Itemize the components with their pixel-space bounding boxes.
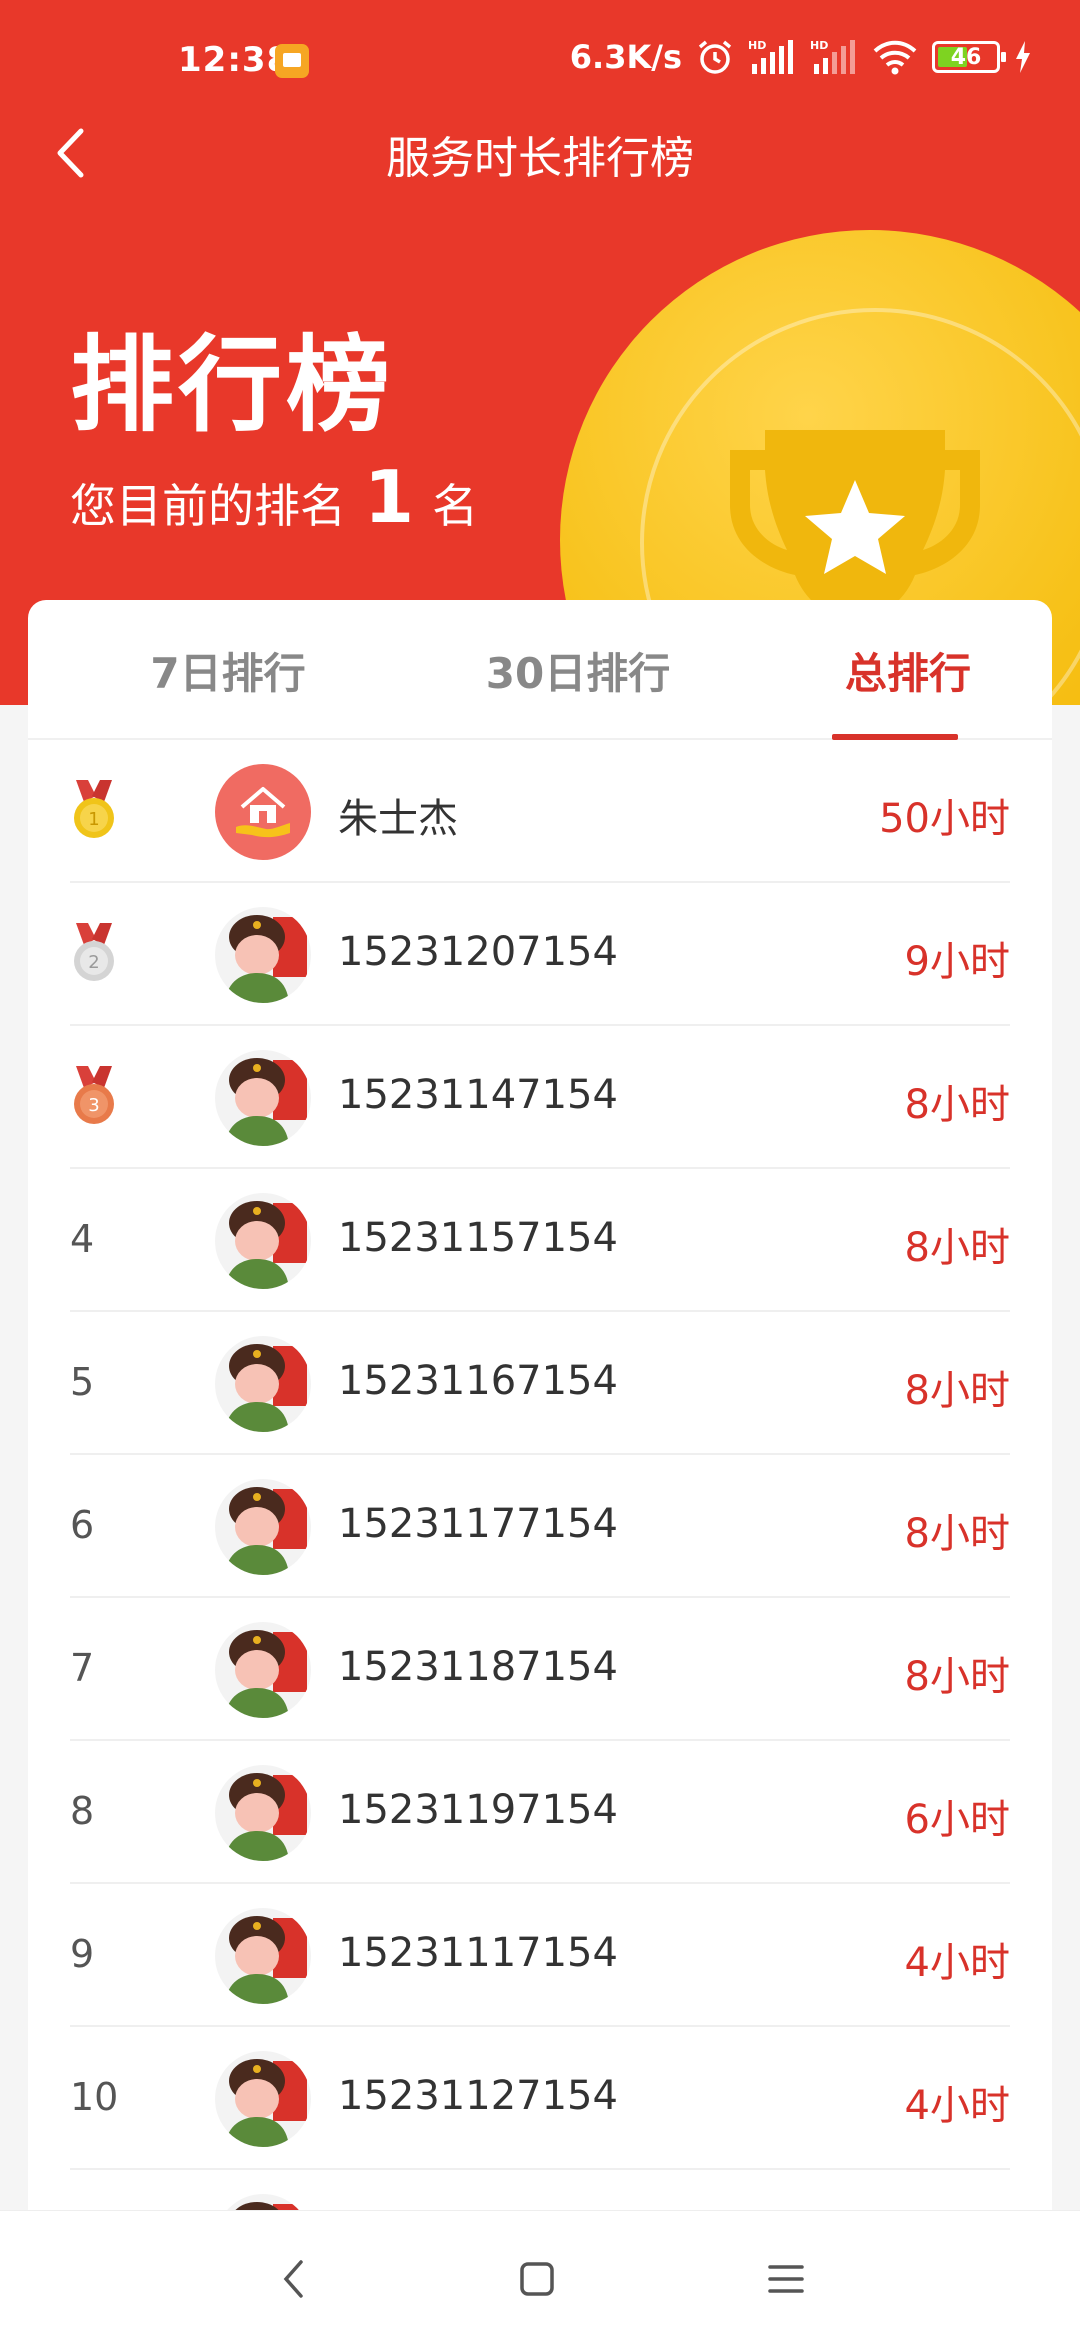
avatar [215,764,311,860]
menu-icon [768,2265,804,2293]
service-hours: 4小时 [904,1940,1010,1986]
user-name: 15231197154 [338,1787,618,1833]
system-menu-button[interactable] [756,2249,816,2309]
avatar [215,1908,311,2004]
gold-medal-icon: 1 [74,780,114,838]
rank-number: 10 [70,2075,119,2119]
avatar [215,2051,311,2147]
list-item[interactable]: 10 15231127154 4小时 [70,2027,1010,2170]
signal-hd-icon: HD [748,39,793,74]
user-name: 15231117154 [338,1930,618,1976]
user-name: 15231127154 [338,2073,618,2119]
ranking-tabs: 7日排行 30日排行 总排行 [28,600,1052,740]
tab-30-day[interactable]: 30日排行 [448,640,708,701]
list-item[interactable]: 6 15231177154 8小时 [70,1455,1010,1598]
notification-icon [275,44,309,78]
chevron-left-icon [283,2260,303,2298]
battery-level: 46 [950,44,982,70]
service-hours: 4小时 [904,2083,1010,2129]
ranking-card: 7日排行 30日排行 总排行 1 朱士杰 50小时 2 15231207154 … [28,600,1052,2290]
service-hours: 8小时 [904,1368,1010,1414]
person-avatar-icon [225,1916,307,2004]
list-item[interactable]: 8 15231197154 6小时 [70,1741,1010,1884]
avatar [215,1050,311,1146]
service-hours: 8小时 [904,1225,1010,1271]
person-avatar-icon [225,1630,307,1718]
rank-number: 4 [70,1217,95,1261]
rank-number: 6 [70,1503,95,1547]
house-hand-icon [236,787,290,838]
svg-text:HD: HD [810,39,828,52]
rank-suffix: 名 [432,479,479,533]
my-rank: 您目前的排名 1 名 [70,455,478,539]
list-item[interactable]: 4 15231157154 8小时 [70,1169,1010,1312]
network-speed: 6.3K/s [569,38,682,76]
rank-value: 1 [364,455,415,539]
service-hours: 9小时 [904,939,1010,985]
person-avatar-icon [225,1487,307,1575]
page-title: 服务时长排行榜 [386,133,694,184]
ranking-list: 1 朱士杰 50小时 2 15231207154 9小时 3 152311471… [28,740,1052,2313]
user-name: 15231187154 [338,1644,618,1690]
list-item[interactable]: 3 15231147154 8小时 [70,1026,1010,1169]
rank-number: 8 [70,1789,95,1833]
person-avatar-icon [225,1201,307,1289]
rank-number: 9 [70,1932,95,1976]
battery-icon: 46 [932,41,1006,73]
system-back-button[interactable] [263,2249,323,2309]
rank-number: 5 [70,1360,95,1404]
avatar [215,1336,311,1432]
charging-icon [1016,41,1030,73]
list-item[interactable]: 1 朱士杰 50小时 [70,740,1010,883]
person-avatar-icon [225,2059,307,2147]
user-name: 15231167154 [338,1358,618,1404]
signal-hd-2-icon: HD [810,39,855,74]
avatar [215,1765,311,1861]
alarm-icon [698,40,732,74]
system-home-button[interactable] [507,2249,567,2309]
user-name: 15231147154 [338,1072,618,1118]
avatar [215,1193,311,1289]
bronze-medal-icon: 3 [74,1066,114,1124]
service-hours: 8小时 [904,1082,1010,1128]
system-navigation-bar [0,2210,1080,2340]
square-home-icon [520,2262,554,2296]
silver-medal-icon: 2 [74,923,114,981]
svg-text:3: 3 [88,1095,99,1116]
person-avatar-icon [225,1773,307,1861]
rank-prefix: 您目前的排名 [70,479,346,533]
user-name: 15231157154 [338,1215,618,1261]
svg-text:1: 1 [88,809,99,830]
list-item[interactable]: 9 15231117154 4小时 [70,1884,1010,2027]
avatar [215,1479,311,1575]
list-item[interactable]: 2 15231207154 9小时 [70,883,1010,1026]
user-name: 15231177154 [338,1501,618,1547]
service-hours: 50小时 [879,796,1010,842]
svg-text:2: 2 [88,952,99,973]
person-avatar-icon [225,1344,307,1432]
tab-7-day[interactable]: 7日排行 [128,640,328,701]
avatar [215,907,311,1003]
list-item[interactable]: 5 15231167154 8小时 [70,1312,1010,1455]
service-hours: 8小时 [904,1654,1010,1700]
person-avatar-icon [225,915,307,1003]
service-hours: 8小时 [904,1511,1010,1557]
service-hours: 6小时 [904,1797,1010,1843]
list-item[interactable]: 7 15231187154 8小时 [70,1598,1010,1741]
hero-title: 排行榜 [70,324,395,446]
rank-number: 7 [70,1646,95,1690]
svg-text:HD: HD [748,39,766,52]
tab-total[interactable]: 总排行 [808,640,1008,701]
person-avatar-icon [225,1058,307,1146]
avatar [215,1622,311,1718]
leaderboard-page: 12:38 6.3K/s HD HD 46 服务时长排行榜 排行榜 您目前的排名… [0,0,1080,2340]
user-name: 15231207154 [338,929,618,975]
status-bar: 12:38 6.3K/s HD HD 46 [0,0,1080,120]
wifi-icon [873,40,917,75]
user-name: 朱士杰 [338,796,458,842]
